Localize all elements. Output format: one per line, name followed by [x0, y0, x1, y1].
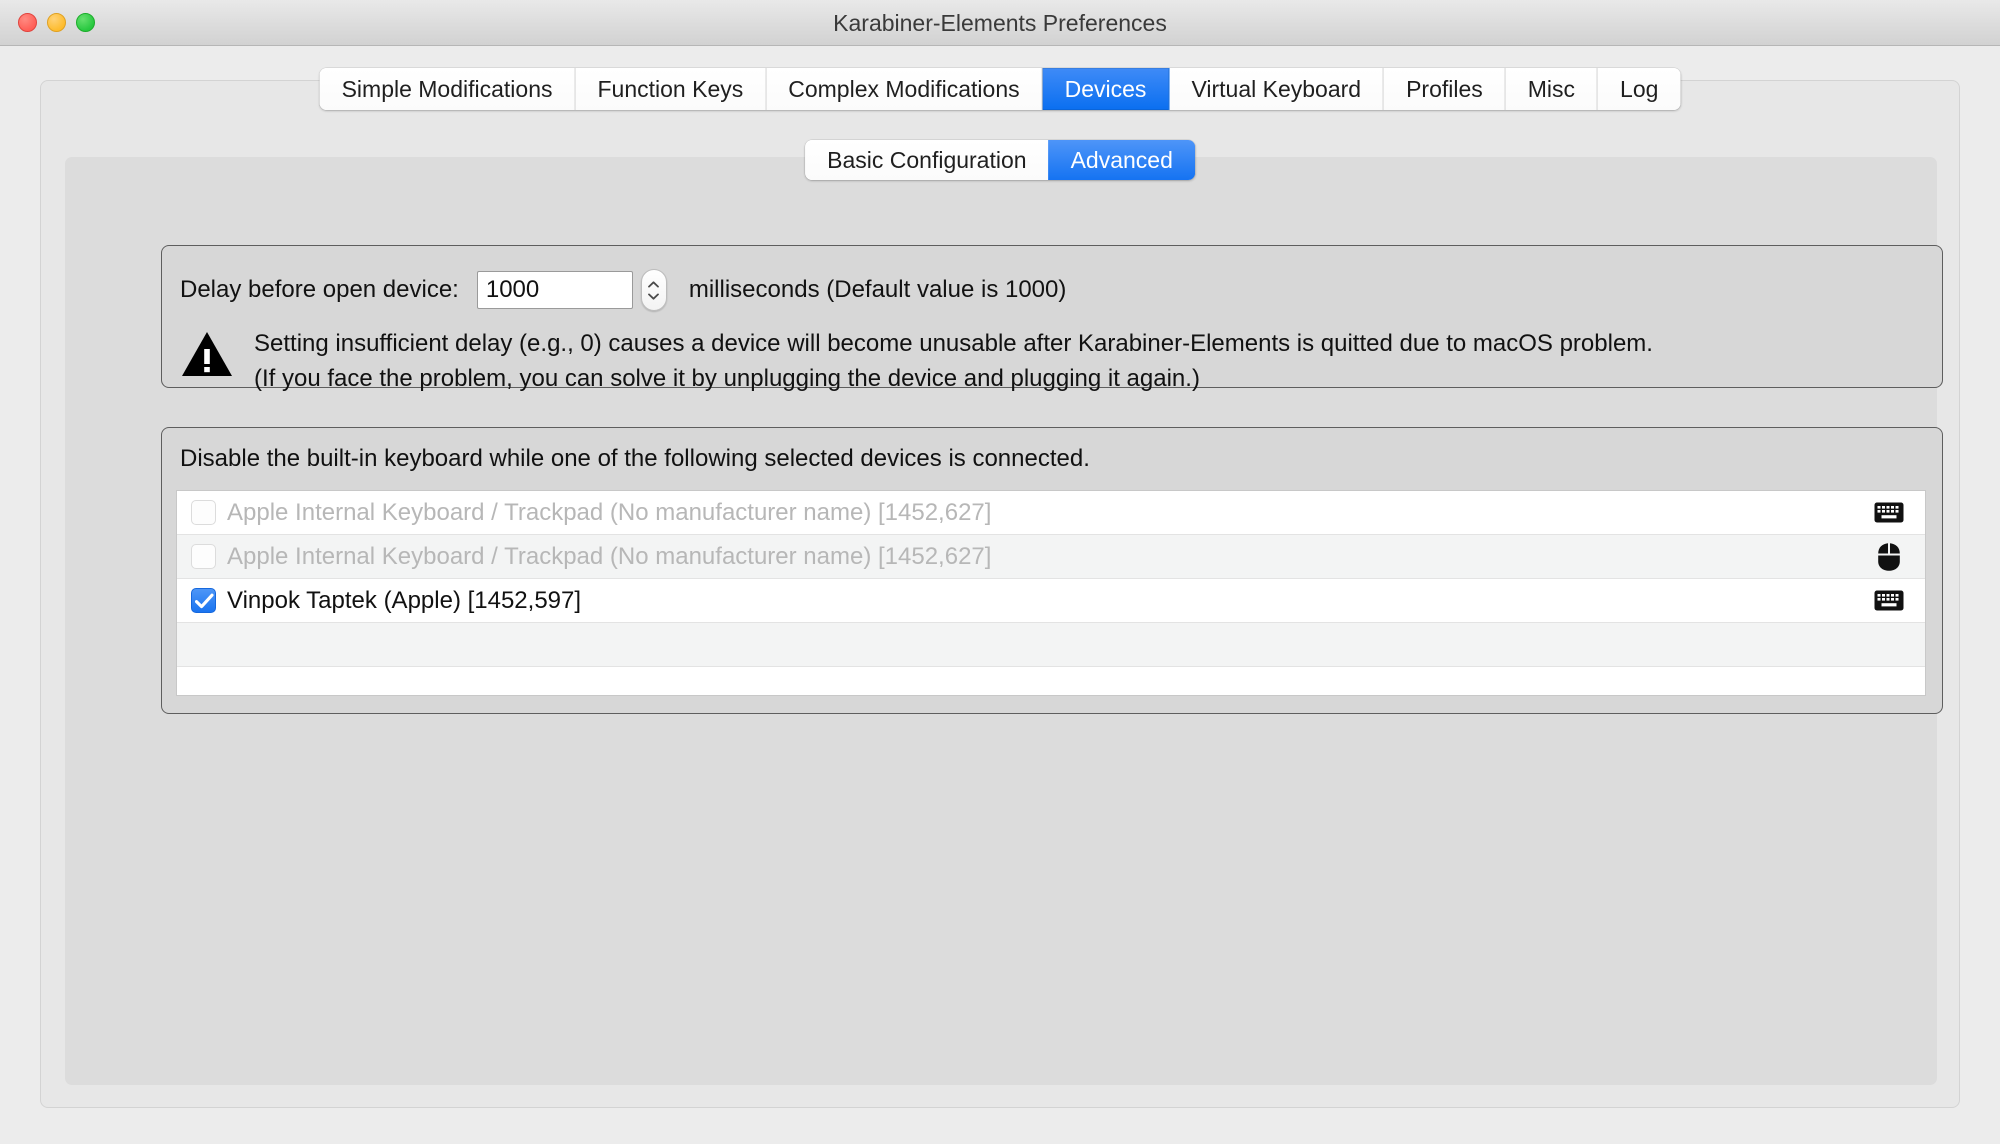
- mouse-icon: [1869, 541, 1909, 573]
- delay-label: Delay before open device:: [180, 276, 459, 303]
- tab-virtual-keyboard[interactable]: Virtual Keyboard: [1169, 68, 1385, 110]
- preferences-window: Karabiner-Elements Preferences Delay bef…: [0, 0, 2000, 1144]
- keyboard-icon: [1874, 502, 1904, 523]
- tab-simple-modifications[interactable]: Simple Modifications: [319, 68, 576, 110]
- device-row: [177, 667, 1925, 695]
- devices-group-box: Disable the built-in keyboard while one …: [161, 427, 1943, 714]
- chevron-up-icon[interactable]: [648, 280, 660, 288]
- device-row: [177, 623, 1925, 667]
- device-row[interactable]: Vinpok Taptek (Apple) [1452,597]: [177, 579, 1925, 623]
- tab-log[interactable]: Log: [1598, 68, 1681, 110]
- warning-triangle-icon: [182, 332, 232, 376]
- device-label: Apple Internal Keyboard / Trackpad (No m…: [227, 498, 992, 526]
- delay-suffix-label: milliseconds (Default value is 1000): [688, 276, 1067, 303]
- warning-line-2: (If you face the problem, you can solve …: [254, 365, 1200, 392]
- keyboard-icon: [1869, 497, 1909, 529]
- warning-text: Setting insufficient delay (e.g., 0) cau…: [254, 326, 1653, 396]
- devices-caption: Disable the built-in keyboard while one …: [180, 445, 1090, 472]
- sub-tab-bar[interactable]: Basic Configuration Advanced: [805, 140, 1195, 180]
- keyboard-icon: [1869, 585, 1909, 617]
- subtab-basic-configuration[interactable]: Basic Configuration: [805, 140, 1049, 180]
- tab-misc[interactable]: Misc: [1505, 68, 1599, 110]
- checkmark-icon: [195, 593, 214, 609]
- device-label: Vinpok Taptek (Apple) [1452,597]: [227, 586, 582, 614]
- keyboard-icon: [1874, 590, 1904, 611]
- tab-profiles[interactable]: Profiles: [1384, 68, 1506, 110]
- delay-input[interactable]: [476, 271, 633, 309]
- main-tab-bar[interactable]: Simple Modifications Function Keys Complex…: [319, 68, 1681, 110]
- delay-group-box: Delay before open device: milliseconds (…: [161, 245, 1943, 392]
- devices-content-panel: Delay before open device: milliseconds (…: [65, 157, 1943, 1085]
- tab-complex-modifications[interactable]: Complex Modifications: [766, 68, 1043, 110]
- warning-line-1: Setting insufficient delay (e.g., 0) cau…: [254, 330, 1653, 357]
- tab-devices[interactable]: Devices: [1042, 68, 1170, 110]
- title-bar: Karabiner-Elements Preferences: [0, 0, 2000, 46]
- window-title: Karabiner-Elements Preferences: [833, 10, 1167, 36]
- device-checkbox: [191, 500, 216, 525]
- chevron-down-icon[interactable]: [648, 293, 660, 300]
- device-checkbox[interactable]: [191, 588, 216, 613]
- warning-row: Setting insufficient delay (e.g., 0) cau…: [180, 326, 1653, 396]
- delay-stepper[interactable]: [640, 269, 667, 311]
- device-row[interactable]: Apple Internal Keyboard / Trackpad (No m…: [177, 491, 1925, 535]
- tab-view-panel: Delay before open device: milliseconds (…: [40, 80, 1960, 1108]
- device-row[interactable]: Apple Internal Keyboard / Trackpad (No m…: [177, 535, 1925, 579]
- tab-function-keys[interactable]: Function Keys: [575, 68, 767, 110]
- subtab-advanced[interactable]: Advanced: [1048, 140, 1195, 180]
- mouse-icon: [1878, 542, 1900, 571]
- device-list[interactable]: Apple Internal Keyboard / Trackpad (No m…: [176, 490, 1926, 696]
- device-checkbox: [191, 544, 216, 569]
- device-label: Apple Internal Keyboard / Trackpad (No m…: [227, 542, 992, 570]
- delay-row: Delay before open device: milliseconds (…: [180, 268, 1066, 312]
